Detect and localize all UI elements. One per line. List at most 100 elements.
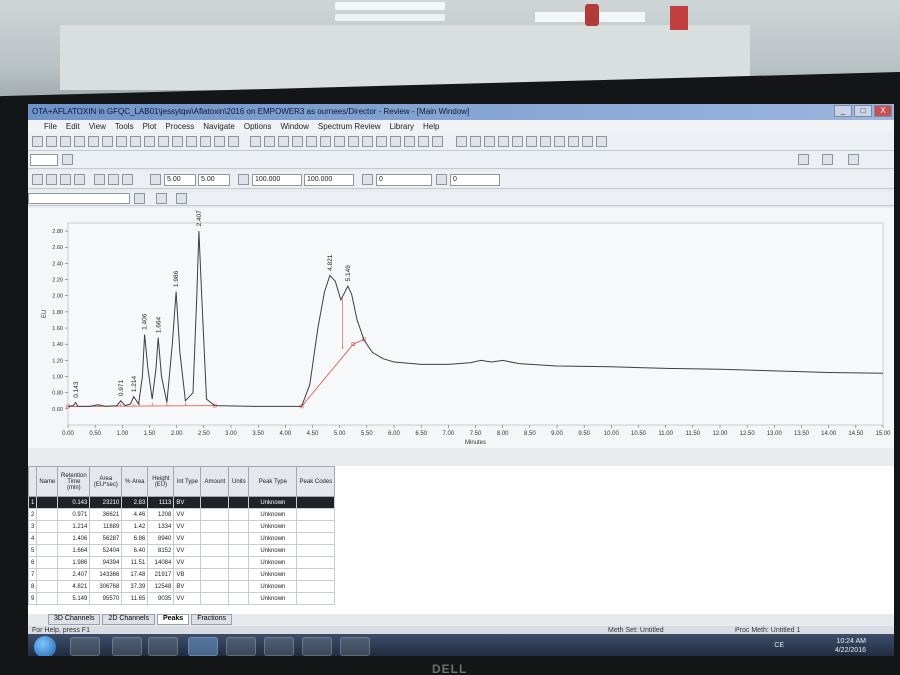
x-range-icon[interactable]	[150, 174, 161, 185]
ie-icon[interactable]	[70, 637, 100, 656]
review-icon[interactable]	[822, 154, 833, 165]
toolbar-button-icon[interactable]	[264, 136, 275, 147]
pan-icon[interactable]	[60, 174, 71, 185]
toolbar-button-icon[interactable]	[376, 136, 387, 147]
column-header-peak-codes[interactable]: Peak Codes	[296, 466, 336, 497]
review-icon[interactable]	[798, 154, 809, 165]
column-header-peak-type[interactable]: Peak Type	[248, 466, 298, 497]
menu-navigate[interactable]: Navigate	[203, 122, 235, 133]
print-icon[interactable]	[156, 193, 167, 204]
view-icon[interactable]	[62, 154, 73, 165]
toolbar-button-icon[interactable]	[292, 136, 303, 147]
y-end-field[interactable]: 100.000	[304, 174, 354, 186]
toolbar-button-icon[interactable]	[512, 136, 523, 147]
media-player-icon[interactable]	[148, 637, 178, 656]
channel-icon[interactable]	[134, 193, 145, 204]
tab-fractions[interactable]: Fractions	[191, 614, 232, 625]
a-range-icon[interactable]	[362, 174, 373, 185]
toolbar-button-icon[interactable]	[596, 136, 607, 147]
toolbar-button-icon[interactable]	[186, 136, 197, 147]
a-start-field[interactable]: 0	[376, 174, 432, 186]
toolbar-button-icon[interactable]	[144, 136, 155, 147]
table-row[interactable]: 9 5.149 95570 11.65 9035 VV Unknown	[28, 592, 336, 605]
menu-options[interactable]: Options	[244, 122, 272, 133]
tab-peaks[interactable]: Peaks	[156, 614, 190, 625]
review-icon[interactable]	[848, 154, 859, 165]
menu-view[interactable]: View	[89, 122, 106, 133]
menu-process[interactable]: Process	[165, 122, 194, 133]
menu-help[interactable]: Help	[423, 122, 439, 133]
select-icon[interactable]	[94, 174, 105, 185]
x-end-field[interactable]: 5.00	[198, 174, 230, 186]
tab-2d-channels[interactable]: 2D Channels	[102, 614, 155, 625]
toolbar-button-icon[interactable]	[526, 136, 537, 147]
column-header-index[interactable]	[28, 466, 38, 497]
zoom-out-icon[interactable]	[46, 174, 57, 185]
toolbar-button-icon[interactable]	[498, 136, 509, 147]
app-icon[interactable]	[226, 637, 256, 656]
column-header-units[interactable]: Units	[228, 466, 250, 497]
maximize-button[interactable]: □	[854, 105, 872, 117]
y-range-icon[interactable]	[238, 174, 249, 185]
toolbar-button-icon[interactable]	[432, 136, 443, 147]
tab-3d-channels[interactable]: 3D Channels	[48, 614, 101, 625]
close-button[interactable]: X	[874, 105, 892, 117]
menu-file[interactable]: File	[44, 122, 57, 133]
toolbar-button-icon[interactable]	[116, 136, 127, 147]
menu-plot[interactable]: Plot	[143, 122, 157, 133]
table-row[interactable]: 2 0.971 36621 4.46 1208 VV Unknown	[28, 508, 336, 521]
table-row[interactable]: 7 2.407 143366 17.48 21917 VB Unknown	[28, 568, 336, 581]
toolbar-button-icon[interactable]	[362, 136, 373, 147]
toolbar-button-icon[interactable]	[158, 136, 169, 147]
toolbar-button-icon[interactable]	[130, 136, 141, 147]
taskbar-clock[interactable]: 10:24 AM 4/22/2016	[835, 637, 866, 655]
toolbar-button-icon[interactable]	[568, 136, 579, 147]
toolbar-button-icon[interactable]	[470, 136, 481, 147]
toolbar-button-icon[interactable]	[74, 136, 85, 147]
toolbar-button-icon[interactable]	[334, 136, 345, 147]
menu-library[interactable]: Library	[390, 122, 414, 133]
toolbar-button-icon[interactable]	[200, 136, 211, 147]
toolbar-button-icon[interactable]	[554, 136, 565, 147]
a-range-end-icon[interactable]	[436, 174, 447, 185]
toolbar-button-icon[interactable]	[172, 136, 183, 147]
toolbar-button-icon[interactable]	[228, 136, 239, 147]
toolbar-button-icon[interactable]	[582, 136, 593, 147]
folder-icon[interactable]	[264, 637, 294, 656]
table-row[interactable]: 8 4.821 306768 37.39 12548 BV Unknown	[28, 580, 336, 593]
peak-icon[interactable]	[108, 174, 119, 185]
toolbar-button-icon[interactable]	[214, 136, 225, 147]
column-header-retention-time[interactable]: Retention Time (min)	[57, 466, 91, 497]
tray-language[interactable]: CE	[774, 642, 784, 649]
toolbar-button-icon[interactable]	[320, 136, 331, 147]
toolbar-button-icon[interactable]	[32, 136, 43, 147]
cursor-icon[interactable]	[74, 174, 85, 185]
toolbar-button-icon[interactable]	[88, 136, 99, 147]
overlay-icon[interactable]	[122, 174, 133, 185]
toolbar-button-icon[interactable]	[278, 136, 289, 147]
table-row[interactable]: 1 0.143 23210 2.83 1113 BV Unknown	[28, 496, 336, 509]
toolbar-button-icon[interactable]	[348, 136, 359, 147]
column-header-percent-area[interactable]: % Area	[121, 466, 149, 497]
export-icon[interactable]	[176, 193, 187, 204]
toolbar-button-icon[interactable]	[102, 136, 113, 147]
x-start-field[interactable]: 5.00	[164, 174, 196, 186]
toolbar-button-icon[interactable]	[540, 136, 551, 147]
toolbar-button-icon[interactable]	[306, 136, 317, 147]
toolbar-button-icon[interactable]	[418, 136, 429, 147]
table-row[interactable]: 4 1.406 56287 6.86 8940 VV Unknown	[28, 532, 336, 545]
table-row[interactable]: 3 1.214 11689 1.42 1334 VV Unknown	[28, 520, 336, 533]
y-start-field[interactable]: 100.000	[252, 174, 302, 186]
toolbar-button-icon[interactable]	[456, 136, 467, 147]
minimize-button[interactable]: _	[834, 105, 852, 117]
table-row[interactable]: 5 1.664 52404 6.40 8152 VV Unknown	[28, 544, 336, 557]
menu-tools[interactable]: Tools	[115, 122, 134, 133]
table-row[interactable]: 6 1.986 94394 11.51 14084 VV Unknown	[28, 556, 336, 569]
toolbar-button-icon[interactable]	[60, 136, 71, 147]
toolbar-button-icon[interactable]	[404, 136, 415, 147]
a-end-field[interactable]: 0	[450, 174, 500, 186]
empower-icon[interactable]	[188, 637, 218, 656]
column-header-area[interactable]: Area (EU*sec)	[89, 466, 123, 497]
view-select[interactable]	[30, 154, 58, 166]
word-icon[interactable]	[302, 637, 332, 656]
